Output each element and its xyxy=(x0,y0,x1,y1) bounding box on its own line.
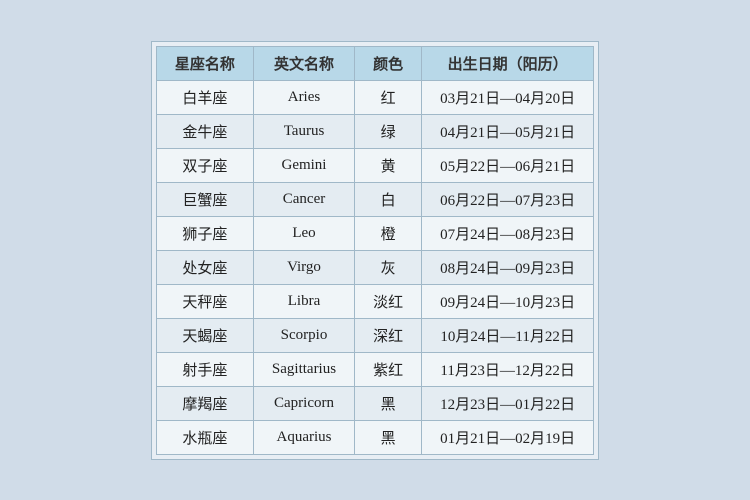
cell-color: 紫红 xyxy=(355,352,422,386)
cell-english-name: Libra xyxy=(253,284,354,318)
cell-chinese-name: 水瓶座 xyxy=(156,420,253,454)
cell-chinese-name: 射手座 xyxy=(156,352,253,386)
cell-chinese-name: 金牛座 xyxy=(156,114,253,148)
cell-dates: 07月24日—08月23日 xyxy=(422,216,594,250)
header-english-name: 英文名称 xyxy=(253,46,354,80)
table-row: 处女座Virgo灰08月24日—09月23日 xyxy=(156,250,593,284)
cell-dates: 10月24日—11月22日 xyxy=(422,318,594,352)
header-color: 颜色 xyxy=(355,46,422,80)
cell-color: 红 xyxy=(355,80,422,114)
cell-english-name: Cancer xyxy=(253,182,354,216)
table-row: 狮子座Leo橙07月24日—08月23日 xyxy=(156,216,593,250)
cell-color: 灰 xyxy=(355,250,422,284)
cell-dates: 04月21日—05月21日 xyxy=(422,114,594,148)
cell-english-name: Leo xyxy=(253,216,354,250)
cell-english-name: Scorpio xyxy=(253,318,354,352)
table-row: 摩羯座Capricorn黑12月23日—01月22日 xyxy=(156,386,593,420)
zodiac-table-container: 星座名称 英文名称 颜色 出生日期（阳历） 白羊座Aries红03月21日—04… xyxy=(151,41,599,460)
cell-english-name: Aries xyxy=(253,80,354,114)
cell-english-name: Virgo xyxy=(253,250,354,284)
table-row: 双子座Gemini黄05月22日—06月21日 xyxy=(156,148,593,182)
cell-color: 黄 xyxy=(355,148,422,182)
header-chinese-name: 星座名称 xyxy=(156,46,253,80)
cell-dates: 08月24日—09月23日 xyxy=(422,250,594,284)
cell-dates: 01月21日—02月19日 xyxy=(422,420,594,454)
cell-color: 白 xyxy=(355,182,422,216)
table-row: 水瓶座Aquarius黑01月21日—02月19日 xyxy=(156,420,593,454)
cell-english-name: Sagittarius xyxy=(253,352,354,386)
cell-color: 黑 xyxy=(355,420,422,454)
zodiac-table: 星座名称 英文名称 颜色 出生日期（阳历） 白羊座Aries红03月21日—04… xyxy=(156,46,594,455)
cell-chinese-name: 狮子座 xyxy=(156,216,253,250)
cell-color: 绿 xyxy=(355,114,422,148)
cell-chinese-name: 摩羯座 xyxy=(156,386,253,420)
cell-english-name: Aquarius xyxy=(253,420,354,454)
cell-chinese-name: 处女座 xyxy=(156,250,253,284)
table-row: 天秤座Libra淡红09月24日—10月23日 xyxy=(156,284,593,318)
cell-english-name: Gemini xyxy=(253,148,354,182)
table-row: 巨蟹座Cancer白06月22日—07月23日 xyxy=(156,182,593,216)
table-header-row: 星座名称 英文名称 颜色 出生日期（阳历） xyxy=(156,46,593,80)
cell-chinese-name: 天蝎座 xyxy=(156,318,253,352)
table-row: 射手座Sagittarius紫红11月23日—12月22日 xyxy=(156,352,593,386)
cell-color: 橙 xyxy=(355,216,422,250)
cell-chinese-name: 巨蟹座 xyxy=(156,182,253,216)
table-row: 金牛座Taurus绿04月21日—05月21日 xyxy=(156,114,593,148)
cell-dates: 05月22日—06月21日 xyxy=(422,148,594,182)
cell-chinese-name: 双子座 xyxy=(156,148,253,182)
cell-dates: 09月24日—10月23日 xyxy=(422,284,594,318)
cell-color: 深红 xyxy=(355,318,422,352)
cell-english-name: Taurus xyxy=(253,114,354,148)
cell-color: 淡红 xyxy=(355,284,422,318)
cell-chinese-name: 白羊座 xyxy=(156,80,253,114)
cell-color: 黑 xyxy=(355,386,422,420)
table-row: 天蝎座Scorpio深红10月24日—11月22日 xyxy=(156,318,593,352)
cell-chinese-name: 天秤座 xyxy=(156,284,253,318)
cell-dates: 11月23日—12月22日 xyxy=(422,352,594,386)
header-dates: 出生日期（阳历） xyxy=(422,46,594,80)
cell-english-name: Capricorn xyxy=(253,386,354,420)
table-body: 白羊座Aries红03月21日—04月20日金牛座Taurus绿04月21日—0… xyxy=(156,80,593,454)
cell-dates: 12月23日—01月22日 xyxy=(422,386,594,420)
cell-dates: 03月21日—04月20日 xyxy=(422,80,594,114)
cell-dates: 06月22日—07月23日 xyxy=(422,182,594,216)
table-row: 白羊座Aries红03月21日—04月20日 xyxy=(156,80,593,114)
